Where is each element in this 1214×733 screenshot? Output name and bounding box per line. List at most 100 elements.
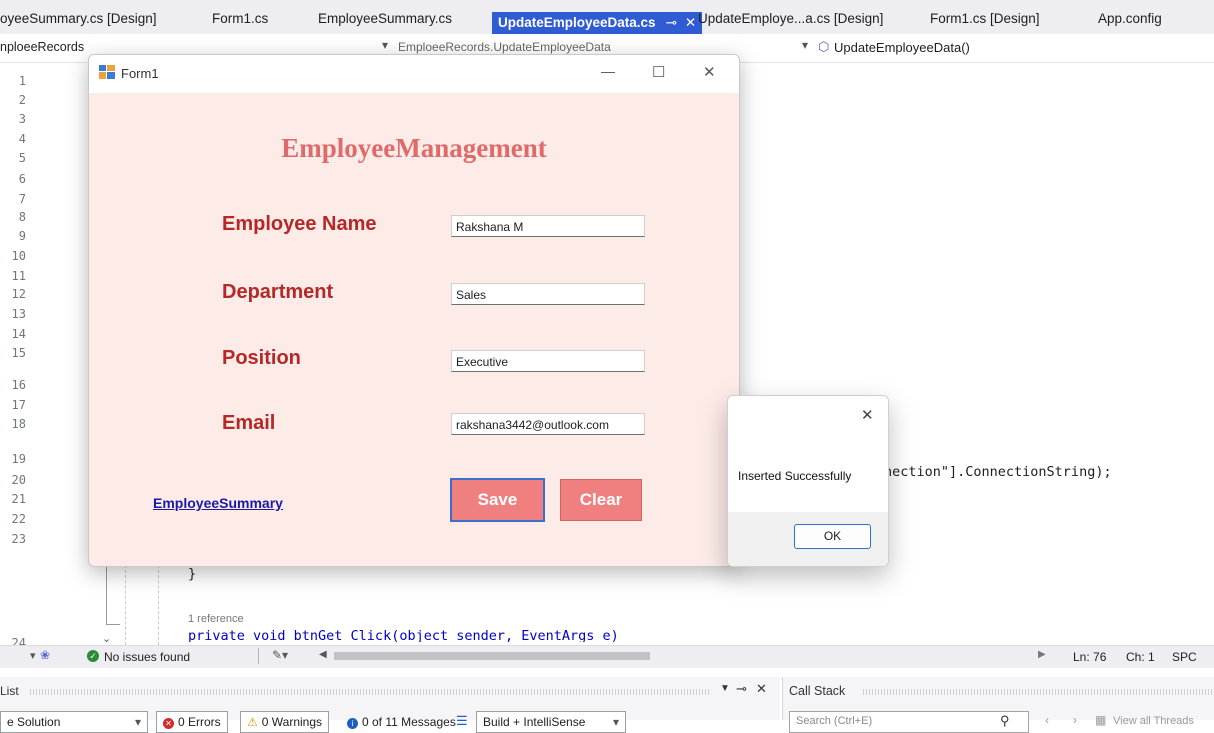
- chevron-down-icon[interactable]: ▾: [382, 38, 388, 52]
- line-number: 21: [11, 492, 26, 506]
- chevron-down-icon: ▾: [134, 715, 141, 729]
- column-indicator[interactable]: Ch: 1: [1126, 650, 1155, 664]
- warnings-filter[interactable]: ⚠ 0 Warnings: [240, 711, 330, 733]
- codelens-reference-count[interactable]: 1 reference: [188, 613, 244, 625]
- build-dropdown[interactable]: Build + IntelliSense ▾: [476, 711, 626, 733]
- scope-dropdown[interactable]: e Solution ▾: [0, 711, 148, 733]
- messages-filter[interactable]: i0 of 11 Messages: [340, 711, 463, 733]
- whitespace-indicator[interactable]: SPC: [1172, 650, 1197, 664]
- tab-update-employee-data-cs[interactable]: UpdateEmployeeData.cs ⊸ ✕: [492, 12, 703, 34]
- email-label: Email: [222, 412, 276, 434]
- line-number: 12: [11, 287, 26, 301]
- chevron-down-icon[interactable]: ▾: [802, 38, 808, 52]
- pin-icon[interactable]: ⊸: [666, 15, 677, 30]
- line-number: 20: [11, 473, 26, 487]
- form1-titlebar[interactable]: Form1 — ☐ ✕: [89, 55, 739, 93]
- call-stack-panel: Call Stack Search (Ctrl+E) ⚲ ‹ › ▦ View …: [782, 677, 1214, 733]
- view-all-threads-button[interactable]: View all Threads: [1113, 715, 1194, 727]
- close-icon[interactable]: ✕: [756, 681, 767, 697]
- message-box-footer: OK: [728, 512, 888, 566]
- line-number: 13: [11, 307, 26, 321]
- member-dropdown[interactable]: UpdateEmployeeData(): [834, 40, 970, 55]
- line-number: 5: [18, 151, 26, 165]
- method-cube-icon: ⬡: [818, 39, 830, 54]
- outline-guide: [106, 624, 120, 625]
- scope-value: e Solution: [7, 715, 61, 729]
- ok-button[interactable]: OK: [794, 524, 871, 549]
- panel-grip[interactable]: [30, 689, 710, 695]
- tab-employee-summary-cs[interactable]: EmployeeSummary.cs: [318, 8, 452, 34]
- document-tab-strip: oyeeSummary.cs [Design] Form1.cs Employe…: [0, 0, 1214, 34]
- collapse-chevron-icon[interactable]: ⌄: [102, 632, 111, 645]
- form-app-icon: [99, 65, 115, 79]
- panel-dropdown-icon[interactable]: ▼: [720, 683, 730, 694]
- build-value: Build + IntelliSense: [483, 715, 586, 729]
- scroll-left-icon[interactable]: ◀: [319, 649, 327, 660]
- line-number: 3: [18, 112, 26, 126]
- tab-employee-summary-design[interactable]: oyeeSummary.cs [Design]: [0, 8, 157, 34]
- filter-icon[interactable]: ☰: [456, 713, 468, 729]
- line-number: 18: [11, 417, 26, 431]
- line-number: 23: [11, 532, 26, 546]
- close-icon[interactable]: ✕: [685, 15, 696, 30]
- email-input[interactable]: rakshana3442@outlook.com: [451, 413, 645, 435]
- call-stack-search-input[interactable]: Search (Ctrl+E) ⚲: [789, 711, 1029, 733]
- minimize-icon[interactable]: —: [601, 63, 615, 79]
- maximize-icon[interactable]: ☐: [652, 63, 665, 81]
- class-dropdown[interactable]: EmploeeRecords.UpdateEmployeeData: [398, 40, 611, 54]
- line-number: 9: [18, 229, 26, 243]
- issues-status[interactable]: No issues found: [104, 650, 190, 664]
- message-box-titlebar[interactable]: ✕: [728, 396, 888, 436]
- close-icon[interactable]: ✕: [703, 63, 716, 81]
- tab-form1-cs[interactable]: Form1.cs: [212, 8, 268, 34]
- line-number: 19: [11, 452, 26, 466]
- code-closing-brace[interactable]: }: [188, 566, 196, 582]
- pin-icon[interactable]: ⊸: [736, 681, 747, 697]
- copilot-icon[interactable]: ❀: [40, 648, 50, 662]
- errors-filter[interactable]: ✕ 0 Errors: [156, 711, 228, 733]
- tab-update-employee-design[interactable]: UpdateEmploye...a.cs [Design]: [698, 8, 883, 34]
- tab-form1-design[interactable]: Form1.cs [Design]: [930, 8, 1040, 34]
- line-number: 4: [18, 132, 26, 146]
- tab-label: UpdateEmployeeData.cs: [498, 15, 656, 30]
- message-box-body: Inserted Successfully: [728, 436, 888, 512]
- forward-icon[interactable]: ›: [1073, 713, 1077, 727]
- position-input[interactable]: Executive: [451, 350, 645, 372]
- zoom-dropdown[interactable]: ▾: [30, 649, 36, 662]
- editor-status-bar: ▾ ❀ ✓ No issues found ✎▾ ◀ ▶ Ln: 76 Ch: …: [0, 645, 1214, 668]
- line-number: 15: [11, 346, 26, 360]
- code-method-declaration[interactable]: private void btnGet_Click(object sender,…: [188, 628, 619, 642]
- brush-icon[interactable]: ✎▾: [272, 648, 288, 662]
- close-icon[interactable]: ✕: [861, 406, 874, 424]
- indent-guide: [125, 565, 127, 645]
- clear-button[interactable]: Clear: [560, 479, 642, 521]
- errors-count: 0 Errors: [178, 715, 221, 729]
- line-number: 10: [11, 249, 26, 263]
- code-line-connection-string[interactable]: nection"].ConnectionString);: [884, 464, 1112, 480]
- project-dropdown[interactable]: nploeeRecords: [0, 40, 84, 54]
- line-number: 7: [18, 192, 26, 206]
- line-number: 17: [11, 398, 26, 412]
- line-number-gutter: 1 2 3 4 5 6 7 8 9 10 11 12 13 14 15 16 1…: [0, 62, 88, 650]
- panel-grip[interactable]: [863, 689, 1213, 695]
- horizontal-scrollbar-thumb[interactable]: [334, 652, 650, 660]
- line-number: 6: [18, 172, 26, 186]
- employee-name-input[interactable]: Rakshana M: [451, 215, 645, 237]
- outline-guide: [106, 565, 107, 625]
- back-icon[interactable]: ‹: [1045, 713, 1049, 727]
- tab-app-config[interactable]: App.config: [1098, 8, 1162, 34]
- search-icon[interactable]: ⚲: [1000, 713, 1010, 729]
- save-button[interactable]: Save: [450, 478, 545, 522]
- divider: [258, 648, 259, 664]
- message-box-dialog: ✕ Inserted Successfully OK: [727, 395, 889, 567]
- department-input[interactable]: Sales: [451, 283, 645, 305]
- line-number: 14: [11, 327, 26, 341]
- form1-title: Form1: [121, 66, 159, 81]
- employee-summary-link[interactable]: EmployeeSummary: [153, 495, 283, 511]
- line-number: 11: [11, 269, 26, 283]
- scroll-right-icon[interactable]: ▶: [1038, 649, 1046, 660]
- line-number: 8: [18, 210, 26, 224]
- line-indicator[interactable]: Ln: 76: [1073, 650, 1106, 664]
- threads-icon[interactable]: ▦: [1095, 713, 1106, 727]
- chevron-down-icon: ▾: [612, 715, 619, 729]
